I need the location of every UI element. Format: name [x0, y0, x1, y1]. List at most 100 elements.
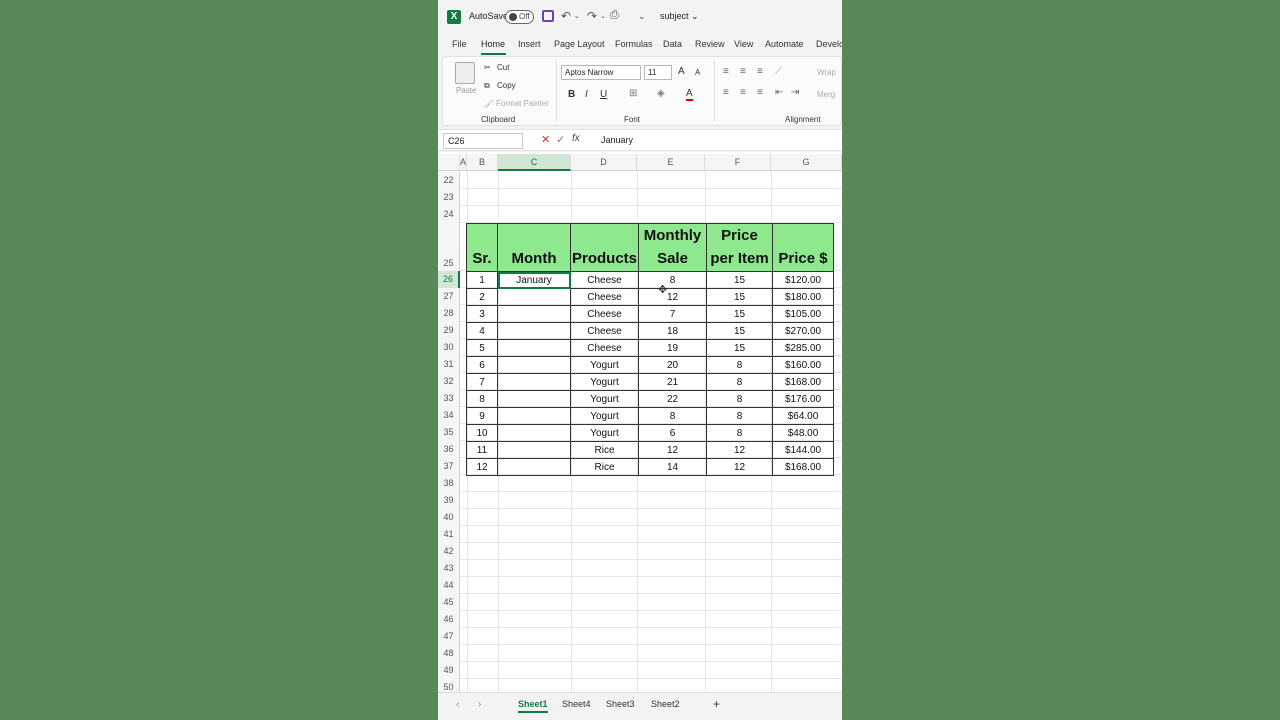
increase-font-icon[interactable]: A	[678, 66, 685, 77]
tab-view[interactable]: View	[734, 39, 753, 49]
cell-monthly-sale[interactable]: 18	[638, 322, 708, 340]
column-header-e[interactable]: E	[637, 154, 705, 171]
insert-function-icon[interactable]: fx	[572, 133, 580, 144]
cell-price-per-item[interactable]: 8	[706, 407, 774, 425]
cell-price-per-item[interactable]: 8	[706, 373, 774, 391]
cell-price[interactable]: $48.00	[772, 424, 835, 442]
cell-month[interactable]	[497, 390, 571, 408]
header-price-per-item[interactable]: Price per Item	[706, 223, 774, 272]
cell-sr[interactable]: 4	[466, 322, 498, 340]
row-header[interactable]: 44	[438, 577, 460, 594]
align-center-icon[interactable]: ≡	[740, 87, 746, 98]
enter-icon[interactable]: ✓	[556, 133, 565, 146]
row-header[interactable]: 40	[438, 509, 460, 526]
sheet-tab-sheet1[interactable]: Sheet1	[518, 699, 548, 713]
cell-monthly-sale[interactable]: 14	[638, 458, 708, 476]
sheet-tab-sheet2[interactable]: Sheet2	[651, 699, 680, 709]
cell-monthly-sale[interactable]: 7	[638, 305, 708, 323]
cell-monthly-sale[interactable]: 8	[638, 271, 708, 289]
underline-button[interactable]: U	[600, 89, 607, 100]
cell-monthly-sale[interactable]: 6	[638, 424, 708, 442]
cell-product[interactable]: Yogurt	[569, 390, 640, 408]
document-title[interactable]: subject ⌄	[660, 11, 699, 22]
column-header-g[interactable]: G	[771, 154, 842, 171]
borders-icon[interactable]: ⊞	[629, 88, 637, 99]
header-sr[interactable]: Sr.	[466, 223, 498, 272]
cell-sr[interactable]: 12	[466, 458, 498, 476]
italic-button[interactable]: I	[585, 89, 588, 100]
cell-product[interactable]: Cheese	[569, 322, 640, 340]
font-color-icon[interactable]: A	[686, 88, 693, 101]
tab-developer[interactable]: Develo	[816, 39, 842, 49]
cell-product[interactable]: Rice	[569, 458, 640, 476]
cell-price-per-item[interactable]: 15	[706, 271, 774, 289]
align-top-icon[interactable]: ≡	[723, 66, 729, 77]
cell-sr[interactable]: 9	[466, 407, 498, 425]
format-painter-icon[interactable]: 🖌	[484, 99, 494, 108]
tab-home[interactable]: Home	[481, 39, 505, 49]
cell-product[interactable]: Cheese	[569, 305, 640, 323]
paste-label[interactable]: Paste	[456, 86, 476, 95]
row-header[interactable]: 32	[438, 373, 460, 390]
cell-price-per-item[interactable]: 15	[706, 305, 774, 323]
cell-price[interactable]: $144.00	[772, 441, 835, 459]
cell-sr[interactable]: 6	[466, 356, 498, 374]
cell-price[interactable]: $120.00	[772, 271, 835, 289]
cell-price[interactable]: $168.00	[772, 373, 835, 391]
row-header[interactable]: 47	[438, 628, 460, 645]
cell-month[interactable]	[497, 356, 571, 374]
cell-price-per-item[interactable]: 8	[706, 356, 774, 374]
row-header[interactable]: 26	[438, 271, 460, 288]
cell-sr[interactable]: 7	[466, 373, 498, 391]
cell-monthly-sale[interactable]: 19	[638, 339, 708, 357]
cell-price-per-item[interactable]: 8	[706, 390, 774, 408]
align-right-icon[interactable]: ≡	[757, 87, 763, 98]
next-sheet-icon[interactable]: ›	[478, 699, 481, 710]
cell-price[interactable]: $180.00	[772, 288, 835, 306]
copy-button[interactable]: Copy	[497, 81, 516, 90]
cell-sr[interactable]: 11	[466, 441, 498, 459]
cell-price-per-item[interactable]: 15	[706, 339, 774, 357]
cell-price[interactable]: $270.00	[772, 322, 835, 340]
align-left-icon[interactable]: ≡	[723, 87, 729, 98]
column-header-f[interactable]: F	[705, 154, 771, 171]
cell-monthly-sale[interactable]: 12	[638, 288, 708, 306]
cell-product[interactable]: Yogurt	[569, 373, 640, 391]
wrap-text-button[interactable]: Wrap	[817, 68, 836, 77]
header-price[interactable]: Price $	[772, 223, 835, 272]
name-box[interactable]: C26	[443, 133, 523, 149]
font-size-select[interactable]: 11	[644, 65, 672, 80]
undo-dropdown-icon[interactable]: ⌄	[574, 12, 580, 20]
cell-month[interactable]	[497, 441, 571, 459]
cell-monthly-sale[interactable]: 21	[638, 373, 708, 391]
cell-monthly-sale[interactable]: 8	[638, 407, 708, 425]
cell-price-per-item[interactable]: 12	[706, 441, 774, 459]
cell-monthly-sale[interactable]: 20	[638, 356, 708, 374]
row-header[interactable]: 25	[438, 223, 460, 271]
cell-month[interactable]	[497, 305, 571, 323]
header-month[interactable]: Month	[497, 223, 571, 272]
save-icon[interactable]	[542, 10, 554, 22]
sheet-tab-sheet3[interactable]: Sheet3	[606, 699, 635, 709]
column-header-c[interactable]: C	[498, 154, 571, 171]
cell-sr[interactable]: 3	[466, 305, 498, 323]
row-header[interactable]: 37	[438, 458, 460, 475]
cell-product[interactable]: Cheese	[569, 339, 640, 357]
cut-button[interactable]: Cut	[497, 63, 509, 72]
cell-sr[interactable]: 8	[466, 390, 498, 408]
increase-indent-icon[interactable]: ⇥	[791, 87, 799, 98]
prev-sheet-icon[interactable]: ‹	[456, 699, 459, 710]
cell-monthly-sale[interactable]: 22	[638, 390, 708, 408]
row-header[interactable]: 22	[438, 172, 460, 189]
add-sheet-button[interactable]: +	[713, 697, 720, 711]
row-header[interactable]: 48	[438, 645, 460, 662]
row-header[interactable]: 34	[438, 407, 460, 424]
cell-price[interactable]: $160.00	[772, 356, 835, 374]
cell-sr[interactable]: 2	[466, 288, 498, 306]
cell-product[interactable]: Yogurt	[569, 356, 640, 374]
row-header[interactable]: 39	[438, 492, 460, 509]
row-header[interactable]: 41	[438, 526, 460, 543]
header-products[interactable]: Products	[569, 223, 640, 272]
cell-month[interactable]	[497, 407, 571, 425]
row-header[interactable]: 38	[438, 475, 460, 492]
